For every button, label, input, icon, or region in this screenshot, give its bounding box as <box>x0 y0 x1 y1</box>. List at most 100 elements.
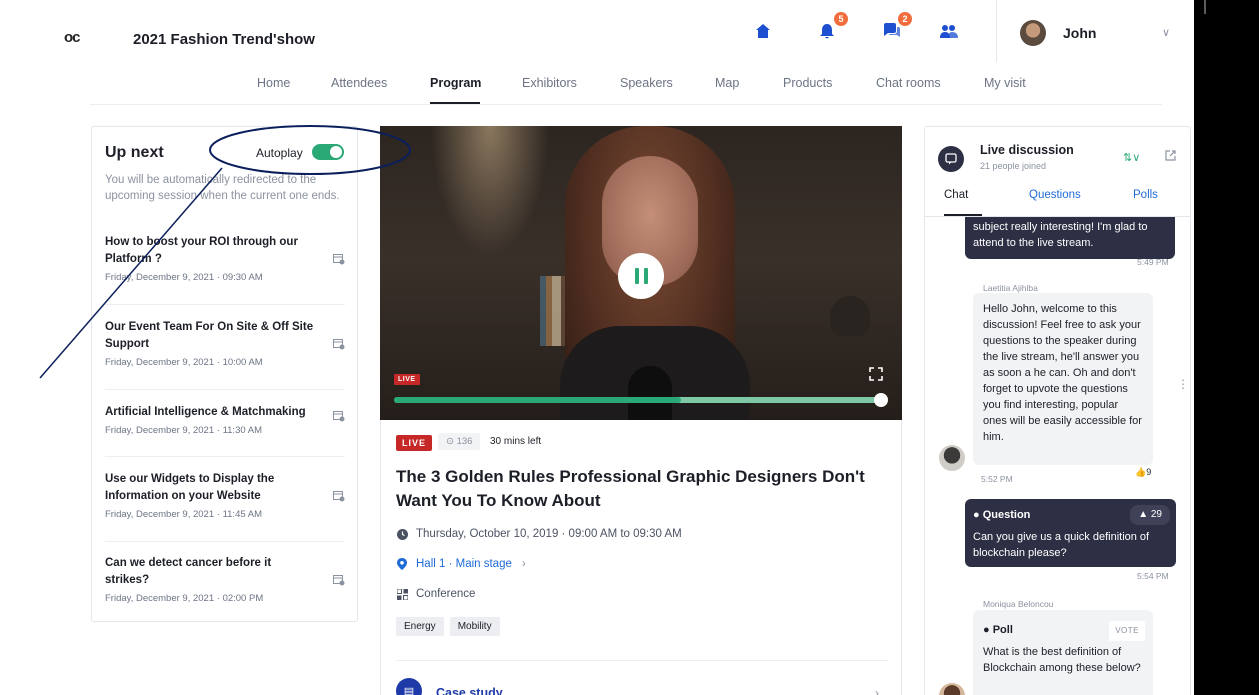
chevron-right-icon[interactable]: › <box>875 686 879 695</box>
question-card[interactable]: ● Question ▲ 29 Can you give us a quick … <box>965 499 1176 567</box>
session-date: Friday, December 9, 2021 · 11:45 AM <box>105 509 263 520</box>
upnext-session-item[interactable]: How to boost your ROI through our Platfo… <box>105 234 345 283</box>
pause-icon <box>643 268 648 284</box>
chat-icon <box>938 146 964 172</box>
nav-item-home[interactable]: Home <box>257 76 290 90</box>
home-icon[interactable] <box>752 20 774 42</box>
autoplay-label: Autoplay <box>256 146 303 160</box>
video-progress-bar[interactable] <box>394 393 888 407</box>
question-text: Can you give us a quick definition of bl… <box>973 531 1150 559</box>
speech-bubble-icon: ● <box>973 509 980 521</box>
video-live-badge: LIVE <box>394 374 420 385</box>
upnext-session-item[interactable]: Use our Widgets to Display the Informati… <box>105 471 345 520</box>
screen-edge-background <box>1194 0 1259 695</box>
session-divider <box>105 541 345 542</box>
calendar-add-icon[interactable] <box>333 253 345 265</box>
thumbs-up-icon: 👍 <box>1135 467 1147 477</box>
tab-chat[interactable]: Chat <box>944 189 968 201</box>
poll-question: What is the best definition of Blockchai… <box>983 646 1141 674</box>
session-divider <box>105 304 345 305</box>
session-datetime: Thursday, October 10, 2019 · 09:00 AM to… <box>416 528 682 540</box>
live-discussion-panel: subject really interesting! I'm glad to … <box>924 126 1191 695</box>
upnext-session-item[interactable]: Can we detect cancer before it strikes? … <box>105 555 345 604</box>
discussion-title: Live discussion <box>980 143 1074 157</box>
poll-card[interactable]: ● Poll VOTE What is the best definition … <box>973 610 1153 695</box>
location-pin-icon <box>396 558 408 570</box>
clock-icon <box>396 528 408 540</box>
nav-divider <box>90 104 1162 105</box>
nav-item-my-visit[interactable]: My visit <box>984 76 1026 90</box>
chevron-right-icon[interactable]: › <box>522 558 526 570</box>
video-player[interactable]: LIVE <box>380 126 902 420</box>
video-progress-fill <box>394 397 682 403</box>
avatar <box>939 445 965 471</box>
nav-item-map[interactable]: Map <box>715 76 739 90</box>
tag-chip[interactable]: Mobility <box>449 617 500 636</box>
view-count-value: 136 <box>456 436 473 447</box>
app-page: oc 2021 Fashion Trend'show 5 2 John ∨ Ho… <box>0 0 1194 695</box>
user-name[interactable]: John <box>1063 25 1096 41</box>
header-divider <box>996 0 997 62</box>
tab-active-indicator <box>944 214 982 216</box>
time-left: 30 mins left <box>490 436 542 447</box>
calendar-add-icon[interactable] <box>333 574 345 586</box>
nav-item-exhibitors[interactable]: Exhibitors <box>522 76 577 90</box>
nav-item-program[interactable]: Program <box>430 76 481 90</box>
tab-polls[interactable]: Polls <box>1133 189 1158 201</box>
calendar-add-icon[interactable] <box>333 338 345 350</box>
event-title: 2021 Fashion Trend'show <box>133 31 315 48</box>
video-progress-handle[interactable] <box>874 393 888 407</box>
nav-item-products[interactable]: Products <box>783 76 832 90</box>
app-logo[interactable]: oc <box>64 29 80 46</box>
upnext-session-item[interactable]: Artificial Intelligence & Matchmaking Fr… <box>105 404 345 436</box>
message-badge: 2 <box>898 12 912 26</box>
autoplay-toggle[interactable] <box>312 144 344 160</box>
upvote-count[interactable]: ▲ 29 <box>1130 505 1170 525</box>
people-icon[interactable] <box>938 20 960 42</box>
grid-icon <box>396 588 408 600</box>
session-date: Friday, December 9, 2021 · 11:30 AM <box>105 425 263 436</box>
discussion-header: Live discussion 21 people joined ⇅∨ Chat… <box>925 127 1190 217</box>
live-badge: LIVE <box>396 435 433 451</box>
sort-icon[interactable]: ⇅∨ <box>1123 151 1140 164</box>
like-count[interactable]: 👍9 <box>1135 467 1151 478</box>
upnext-session-item[interactable]: Our Event Team For On Site & Off Site Su… <box>105 319 345 368</box>
session-location-row[interactable]: Hall 1 · Main stage › <box>396 558 526 570</box>
fullscreen-icon[interactable] <box>869 367 883 381</box>
nav-item-speakers[interactable]: Speakers <box>620 76 673 90</box>
calendar-add-icon[interactable] <box>333 490 345 502</box>
more-options-icon[interactable]: ⋮ <box>1177 377 1189 391</box>
pause-icon <box>634 268 639 284</box>
user-avatar[interactable] <box>1020 20 1046 46</box>
case-study-link[interactable]: Case study <box>436 686 503 695</box>
session-date: Friday, December 9, 2021 · 02:00 PM <box>105 593 264 604</box>
header-icons: 5 2 <box>752 12 960 42</box>
session-title: How to boost your ROI through our Platfo… <box>105 236 298 265</box>
chat-message-text: subject really interesting! I'm glad to … <box>973 221 1148 249</box>
avatar <box>939 683 965 695</box>
video-frame-vase <box>830 296 870 336</box>
thumbs-up-icon: ▲ <box>1138 509 1149 520</box>
chat-author: Laetitia Ajihlba <box>983 283 1038 293</box>
question-label: ● Question <box>973 509 1031 521</box>
pause-button[interactable] <box>618 253 664 299</box>
session-title: Artificial Intelligence & Matchmaking <box>105 406 306 418</box>
upnext-panel: Up next Autoplay You will be automatical… <box>91 126 358 622</box>
tag-chip[interactable]: Energy <box>396 617 444 636</box>
chevron-down-icon[interactable]: ∨ <box>1162 26 1170 39</box>
session-location[interactable]: Hall 1 · Main stage <box>416 558 512 570</box>
session-type-row: Conference <box>396 588 475 600</box>
chat-timestamp: 5:52 PM <box>981 474 1013 484</box>
session-divider <box>105 389 345 390</box>
nav-item-chat-rooms[interactable]: Chat rooms <box>876 76 941 90</box>
nav-item-attendees[interactable]: Attendees <box>331 76 387 90</box>
details-divider <box>396 660 888 661</box>
session-title: Our Event Team For On Site & Off Site Su… <box>105 321 314 350</box>
chat-timestamp: 5:49 PM <box>1137 257 1169 267</box>
vote-button[interactable]: VOTE <box>1109 621 1145 641</box>
external-link-icon[interactable] <box>1165 150 1176 164</box>
tab-questions[interactable]: Questions <box>1029 189 1081 201</box>
bell-icon[interactable]: 5 <box>816 12 848 42</box>
chat-icon[interactable]: 2 <box>880 12 912 42</box>
calendar-add-icon[interactable] <box>333 410 345 422</box>
